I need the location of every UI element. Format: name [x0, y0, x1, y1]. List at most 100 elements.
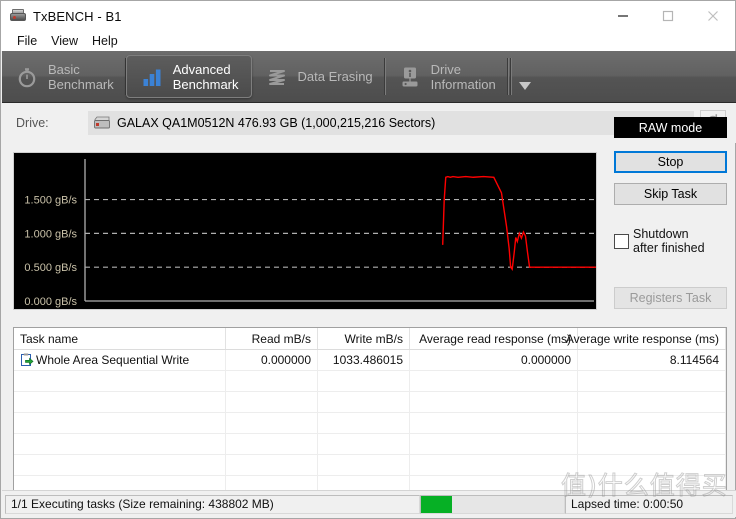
table-cell: [578, 434, 726, 454]
task-results-table[interactable]: Task name Read mB/s Write mB/s Average read…: [13, 327, 727, 491]
raw-mode-button[interactable]: RAW mode: [614, 117, 727, 138]
table-cell: [578, 371, 726, 391]
table-column-header[interactable]: Task name: [14, 328, 226, 349]
table-cell: [410, 455, 578, 475]
table-row-empty[interactable]: [14, 476, 726, 490]
table-row-empty[interactable]: [14, 434, 726, 455]
chart-y-tick-label: 0.000 gB/s: [24, 296, 77, 308]
table-body: Whole Area Sequential Write 0.000000 1033.…: [14, 350, 726, 490]
table-cell: [14, 476, 226, 490]
tab-drive-information[interactable]: Drive Information: [385, 51, 508, 102]
table-row-empty[interactable]: [14, 413, 726, 434]
table-cell: [14, 392, 226, 412]
progress-bar: [420, 494, 565, 514]
menu-bar: File View Help: [1, 31, 735, 51]
table-cell: [226, 371, 318, 391]
table-cell: 1033.486015: [318, 350, 410, 370]
table-column-header[interactable]: Average read response (ms): [410, 328, 578, 349]
chart-canvas: 1.500 gB/s 1.000 gB/s 0.500 gB/s 0.000 gB/s: [24, 159, 596, 308]
drive-selected-value: GALAX QA1M0512N 476.93 GB (1,000,215,216…: [117, 116, 436, 130]
table-cell-text: 1033.486015: [332, 353, 403, 367]
tab-data-erasing-label: Data Erasing: [297, 69, 373, 84]
drive-info-icon: [397, 64, 423, 90]
drive-select[interactable]: GALAX QA1M0512N 476.93 GB (1,000,215,216…: [88, 111, 694, 135]
tab-drive-information-line2: Information: [430, 76, 496, 92]
menu-item-help[interactable]: Help: [85, 33, 125, 50]
minimize-icon[interactable]: [600, 1, 645, 31]
toolbar-overflow-button[interactable]: [509, 51, 540, 102]
table-cell: [318, 434, 410, 454]
table-cell: [226, 476, 318, 490]
toolbar-tabs: Basic Benchmark Advanced Benchmark Data …: [2, 51, 736, 103]
task-write-icon: [20, 353, 34, 367]
table-cell: 0.000000: [410, 350, 578, 370]
throughput-chart: 1.500 gB/s 1.000 gB/s 0.500 gB/s 0.000 gB/s: [13, 152, 597, 310]
table-cell: [410, 413, 578, 433]
title-bar: TxBENCH - B1: [1, 1, 735, 31]
table-cell: [410, 392, 578, 412]
shutdown-after-finished-checkbox[interactable]: Shutdown after finished: [614, 227, 727, 255]
status-message: 1/1 Executing tasks (Size remaining: 438…: [5, 494, 420, 514]
status-bar: 1/1 Executing tasks (Size remaining: 438…: [2, 490, 736, 517]
tab-basic-benchmark-line1: Basic: [48, 61, 80, 77]
table-cell: [318, 392, 410, 412]
chart-series-line: [442, 175, 596, 272]
table-column-header[interactable]: Average write response (ms): [566, 328, 726, 349]
tab-advanced-benchmark[interactable]: Advanced Benchmark: [125, 55, 252, 98]
table-cell: [226, 434, 318, 454]
tab-advanced-benchmark-line1: Advanced: [172, 61, 231, 77]
progress-fill: [421, 495, 453, 513]
chart-y-tick-label: 1.500 gB/s: [24, 195, 77, 207]
table-cell: [410, 476, 578, 490]
hdd-icon: [93, 116, 111, 130]
checkbox-box[interactable]: [614, 234, 629, 249]
shutdown-label-line1: Shutdown: [633, 227, 689, 241]
table-cell-text: Whole Area Sequential Write: [36, 353, 190, 367]
tab-drive-information-line1: Drive: [430, 61, 461, 77]
tab-basic-benchmark-line2: Benchmark: [48, 76, 114, 92]
chart-y-tick-label: 0.500 gB/s: [24, 262, 77, 274]
table-cell: [318, 371, 410, 391]
table-cell: [318, 413, 410, 433]
table-cell: [578, 455, 726, 475]
table-cell: [14, 371, 226, 391]
chevron-down-icon: [518, 78, 532, 96]
menu-item-file[interactable]: File: [10, 33, 44, 50]
table-column-header[interactable]: Read mB/s: [226, 328, 318, 349]
close-icon[interactable]: [690, 1, 735, 31]
elapsed-time: Lapsed time: 0:00:50: [565, 494, 733, 514]
table-cell: 0.000000: [226, 350, 318, 370]
table-cell: [578, 476, 726, 490]
table-cell: [14, 434, 226, 454]
table-cell: [226, 455, 318, 475]
table-cell-text: 0.000000: [260, 353, 311, 367]
table-cell: 8.114564: [578, 350, 726, 370]
tab-advanced-benchmark-line2: Benchmark: [172, 76, 239, 92]
registers-task-button[interactable]: Registers Task: [614, 287, 727, 309]
table-cell: [14, 413, 226, 433]
skip-task-button[interactable]: Skip Task: [614, 183, 727, 205]
tab-data-erasing[interactable]: Data Erasing: [252, 51, 385, 102]
txbench-window: TxBENCH - B1 File View Help Basic Benchm…: [0, 0, 736, 519]
table-column-header[interactable]: Write mB/s: [318, 328, 410, 349]
table-cell: [578, 413, 726, 433]
table-cell: [410, 371, 578, 391]
table-cell: Whole Area Sequential Write: [14, 350, 226, 370]
table-cell-text: 0.000000: [520, 353, 571, 367]
table-cell: [318, 476, 410, 490]
table-row-empty[interactable]: [14, 392, 726, 413]
window-controls: [600, 1, 735, 31]
table-cell: [226, 413, 318, 433]
tab-basic-benchmark[interactable]: Basic Benchmark: [2, 51, 126, 102]
menu-item-view[interactable]: View: [44, 33, 85, 50]
table-row-empty[interactable]: [14, 371, 726, 392]
stop-button[interactable]: Stop: [614, 151, 727, 173]
stopwatch-icon: [14, 64, 40, 90]
table-row-empty[interactable]: [14, 455, 726, 476]
table-row[interactable]: Whole Area Sequential Write 0.000000 1033.…: [14, 350, 726, 371]
table-cell: [14, 455, 226, 475]
maximize-icon[interactable]: [645, 1, 690, 31]
table-cell: [318, 455, 410, 475]
window-title: TxBENCH - B1: [33, 8, 122, 24]
shutdown-label-line2: after finished: [633, 241, 705, 255]
